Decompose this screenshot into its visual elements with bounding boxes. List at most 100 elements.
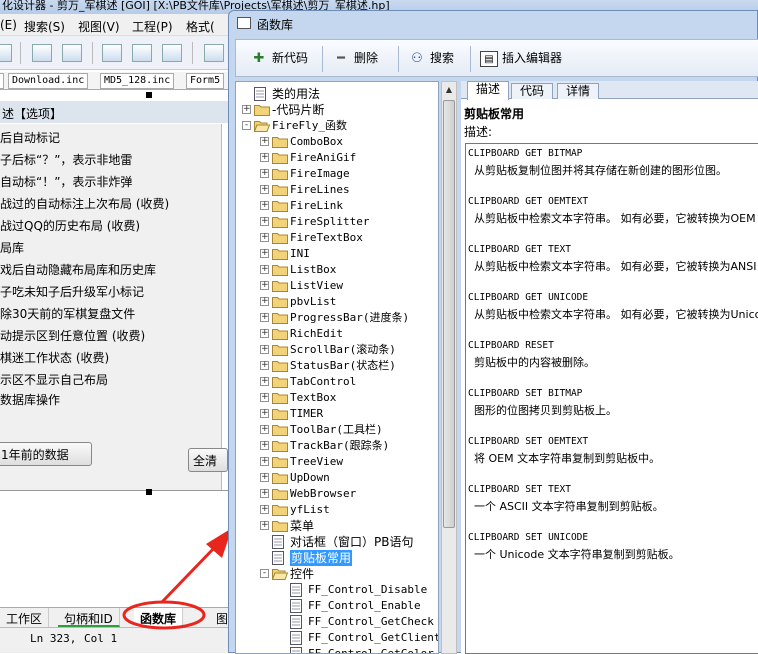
- tree-node[interactable]: +FireLines: [236, 182, 436, 198]
- expand-icon[interactable]: +: [260, 169, 269, 178]
- tab-handles[interactable]: 句柄和ID: [58, 608, 120, 627]
- expand-icon[interactable]: +: [260, 521, 269, 530]
- tree-node[interactable]: -控件: [236, 566, 436, 582]
- menu-search[interactable]: 搜索(S): [24, 18, 65, 35]
- tree-node[interactable]: +UpDown: [236, 470, 436, 486]
- tab-code[interactable]: 代码: [511, 83, 553, 99]
- expand-icon[interactable]: +: [260, 393, 269, 402]
- resize-handle[interactable]: [146, 489, 152, 495]
- tree-node[interactable]: +菜单: [236, 518, 436, 534]
- option-item[interactable]: 战过的自动标注上次布局 (收费): [0, 195, 169, 212]
- tree-scrollbar[interactable]: ▲: [441, 81, 457, 654]
- scroll-thumb[interactable]: [443, 100, 455, 528]
- expand-icon[interactable]: +: [260, 441, 269, 450]
- tree-node[interactable]: +FireLink: [236, 198, 436, 214]
- menu-format[interactable]: 格式(: [186, 18, 215, 35]
- option-item[interactable]: 后自动标记: [0, 129, 60, 146]
- toolbar-icon[interactable]: [0, 44, 12, 62]
- tree-node[interactable]: +ComboBox: [236, 134, 436, 150]
- delete-button[interactable]: ━删除: [332, 49, 378, 69]
- file-tab[interactable]: Form5: [186, 73, 224, 89]
- option-item[interactable]: 戏后自动隐藏布局库和历史库: [0, 261, 156, 278]
- menu-view[interactable]: 视图(V): [78, 18, 120, 35]
- new-code-button[interactable]: ✚新代码: [250, 49, 308, 69]
- menu-project[interactable]: 工程(P): [132, 18, 173, 35]
- expand-icon[interactable]: +: [260, 233, 269, 242]
- tab-description[interactable]: 描述: [467, 81, 509, 100]
- option-item[interactable]: 示区不显示自己布局: [0, 371, 108, 388]
- collapse-icon[interactable]: -: [260, 569, 269, 578]
- tree-node[interactable]: +FireSplitter: [236, 214, 436, 230]
- option-item[interactable]: 局库: [0, 239, 24, 256]
- tree-node[interactable]: +FireTextBox: [236, 230, 436, 246]
- cut-icon[interactable]: [102, 44, 122, 62]
- tree-node[interactable]: +INI: [236, 246, 436, 262]
- tree-node[interactable]: +-代码片断: [236, 102, 436, 118]
- tree-node[interactable]: +TIMER: [236, 406, 436, 422]
- option-item[interactable]: 子吃未知子后升级军小标记: [0, 283, 144, 300]
- expand-icon[interactable]: +: [260, 297, 269, 306]
- option-item[interactable]: 动提示区到任意位置 (收费): [0, 327, 145, 344]
- expand-icon[interactable]: +: [260, 377, 269, 386]
- expand-icon[interactable]: +: [260, 409, 269, 418]
- scroll-up-icon[interactable]: ▲: [444, 83, 454, 97]
- expand-icon[interactable]: +: [260, 185, 269, 194]
- expand-icon[interactable]: +: [260, 201, 269, 210]
- tree-node[interactable]: +ScrollBar(滚动条): [236, 342, 436, 358]
- resize-handle[interactable]: [146, 92, 152, 98]
- function-tree[interactable]: 类的用法+-代码片断-FireFly_函数+ComboBox+FireAniGi…: [235, 81, 439, 654]
- expand-icon[interactable]: +: [260, 457, 269, 466]
- tree-node[interactable]: 类的用法: [236, 86, 436, 102]
- tree-node[interactable]: FF_Control_Enable: [236, 598, 436, 614]
- tree-node[interactable]: +TreeView: [236, 454, 436, 470]
- option-item[interactable]: 棋迷工作状态 (收费): [0, 349, 109, 366]
- paste-icon[interactable]: [162, 44, 182, 62]
- tree-node[interactable]: +FireAniGif: [236, 150, 436, 166]
- toolbar-icon[interactable]: [32, 44, 52, 62]
- expand-icon[interactable]: +: [260, 473, 269, 482]
- expand-icon[interactable]: +: [260, 361, 269, 370]
- expand-icon[interactable]: +: [260, 265, 269, 274]
- expand-icon[interactable]: +: [260, 137, 269, 146]
- tree-node[interactable]: +pbvList: [236, 294, 436, 310]
- file-tab[interactable]: MD5_128.inc: [100, 73, 174, 89]
- expand-icon[interactable]: +: [260, 329, 269, 338]
- expand-icon[interactable]: +: [260, 505, 269, 514]
- option-item[interactable]: 除30天前的军棋复盘文件: [0, 305, 135, 322]
- tree-node[interactable]: -FireFly_函数: [236, 118, 436, 134]
- tree-node[interactable]: +TabControl: [236, 374, 436, 390]
- menu-edit[interactable]: (E): [0, 18, 17, 32]
- copy-icon[interactable]: [132, 44, 152, 62]
- option-item[interactable]: 自动标“！”，表示非炸弹: [0, 173, 132, 190]
- file-tab[interactable]: [0, 73, 4, 89]
- tree-node[interactable]: 剪贴板常用: [236, 550, 436, 566]
- tree-node[interactable]: +FireImage: [236, 166, 436, 182]
- tree-node[interactable]: +StatusBar(状态栏): [236, 358, 436, 374]
- option-item[interactable]: 战过QQ的历史布局 (收费): [0, 217, 140, 234]
- collapse-icon[interactable]: -: [242, 121, 251, 130]
- expand-icon[interactable]: +: [260, 489, 269, 498]
- tree-node[interactable]: +ProgressBar(进度条): [236, 310, 436, 326]
- expand-icon[interactable]: +: [260, 425, 269, 434]
- toolbar-icon[interactable]: [204, 44, 224, 62]
- expand-icon[interactable]: +: [242, 105, 251, 114]
- tree-node[interactable]: FF_Control_GetClient: [236, 630, 436, 646]
- tree-node[interactable]: FF_Control_GetCheck: [236, 614, 436, 630]
- tree-node[interactable]: FF_Control_Disable: [236, 582, 436, 598]
- expand-icon[interactable]: +: [260, 281, 269, 290]
- option-item[interactable]: 子后标“？”，表示非地雷: [0, 151, 132, 168]
- search-button[interactable]: ⚇搜索: [408, 49, 454, 69]
- tree-node[interactable]: +ToolBar(工具栏): [236, 422, 436, 438]
- expand-icon[interactable]: +: [260, 313, 269, 322]
- delete-old-data-button[interactable]: 1年前的数据: [0, 442, 92, 466]
- tree-node[interactable]: +ListView: [236, 278, 436, 294]
- tree-node[interactable]: 对话框（窗口）PB语句: [236, 534, 436, 550]
- clear-all-button[interactable]: 全清: [188, 448, 228, 472]
- tree-node[interactable]: +ListBox: [236, 262, 436, 278]
- tab-workspace[interactable]: 工作区: [0, 608, 49, 627]
- tree-node[interactable]: +RichEdit: [236, 326, 436, 342]
- expand-icon[interactable]: +: [260, 249, 269, 258]
- tab-details[interactable]: 详情: [557, 83, 599, 99]
- expand-icon[interactable]: +: [260, 345, 269, 354]
- description-box[interactable]: CLIPBOARD GET BITMAP从剪贴板复制位图并将其存储在新创建的图形…: [465, 143, 758, 654]
